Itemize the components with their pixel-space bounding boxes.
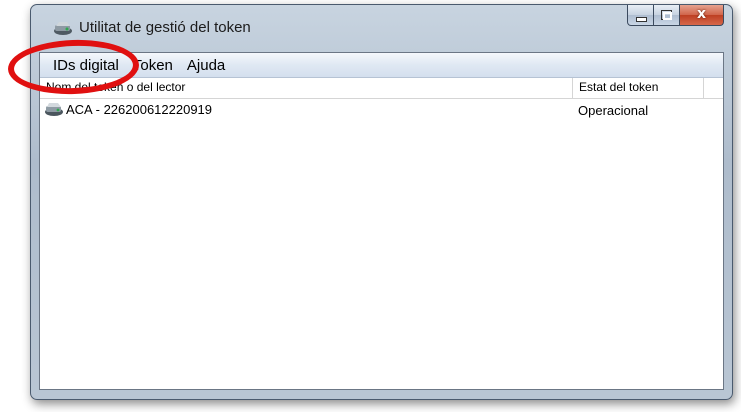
token-reader-icon	[45, 103, 63, 116]
menu-bar: IDs digital Token Ajuda	[40, 53, 723, 78]
token-status: Operacional	[578, 103, 649, 118]
maximize-icon	[661, 10, 672, 20]
close-icon: x	[696, 6, 707, 22]
minimize-button[interactable]	[627, 5, 654, 26]
maximize-button[interactable]	[654, 5, 680, 26]
client-area: IDs digital Token Ajuda Nom del token o …	[39, 52, 724, 390]
title-bar[interactable]: Utilitat de gestió del token x	[31, 5, 732, 47]
menu-ajuda[interactable]: Ajuda	[182, 57, 230, 74]
minimize-icon	[636, 17, 647, 22]
window-title: Utilitat de gestió del token	[79, 19, 251, 36]
close-button[interactable]: x	[680, 5, 724, 26]
caption-buttons: x	[627, 5, 724, 27]
token-name-cell: ACA - 226200612220919	[44, 102, 212, 117]
token-app-icon	[54, 22, 72, 35]
table-row[interactable]: ACA - 226200612220919 Operacional	[40, 99, 723, 121]
column-header-row: Nom del token o del lector Estat del tok…	[40, 78, 723, 99]
token-name: ACA - 226200612220919	[66, 102, 213, 117]
column-header-status[interactable]: Estat del token	[573, 78, 704, 98]
